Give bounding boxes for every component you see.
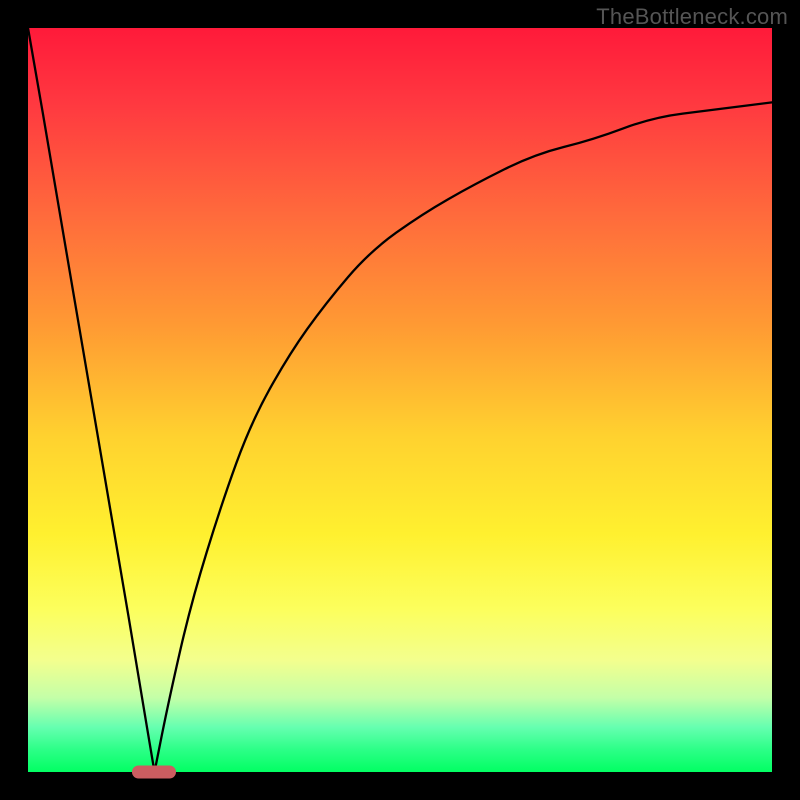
curve-path [28, 28, 772, 772]
chart-frame: TheBottleneck.com [0, 0, 800, 800]
watermark-text: TheBottleneck.com [596, 4, 788, 30]
plot-area [28, 28, 772, 772]
bottleneck-curve [28, 28, 772, 772]
optimal-marker [132, 766, 176, 779]
